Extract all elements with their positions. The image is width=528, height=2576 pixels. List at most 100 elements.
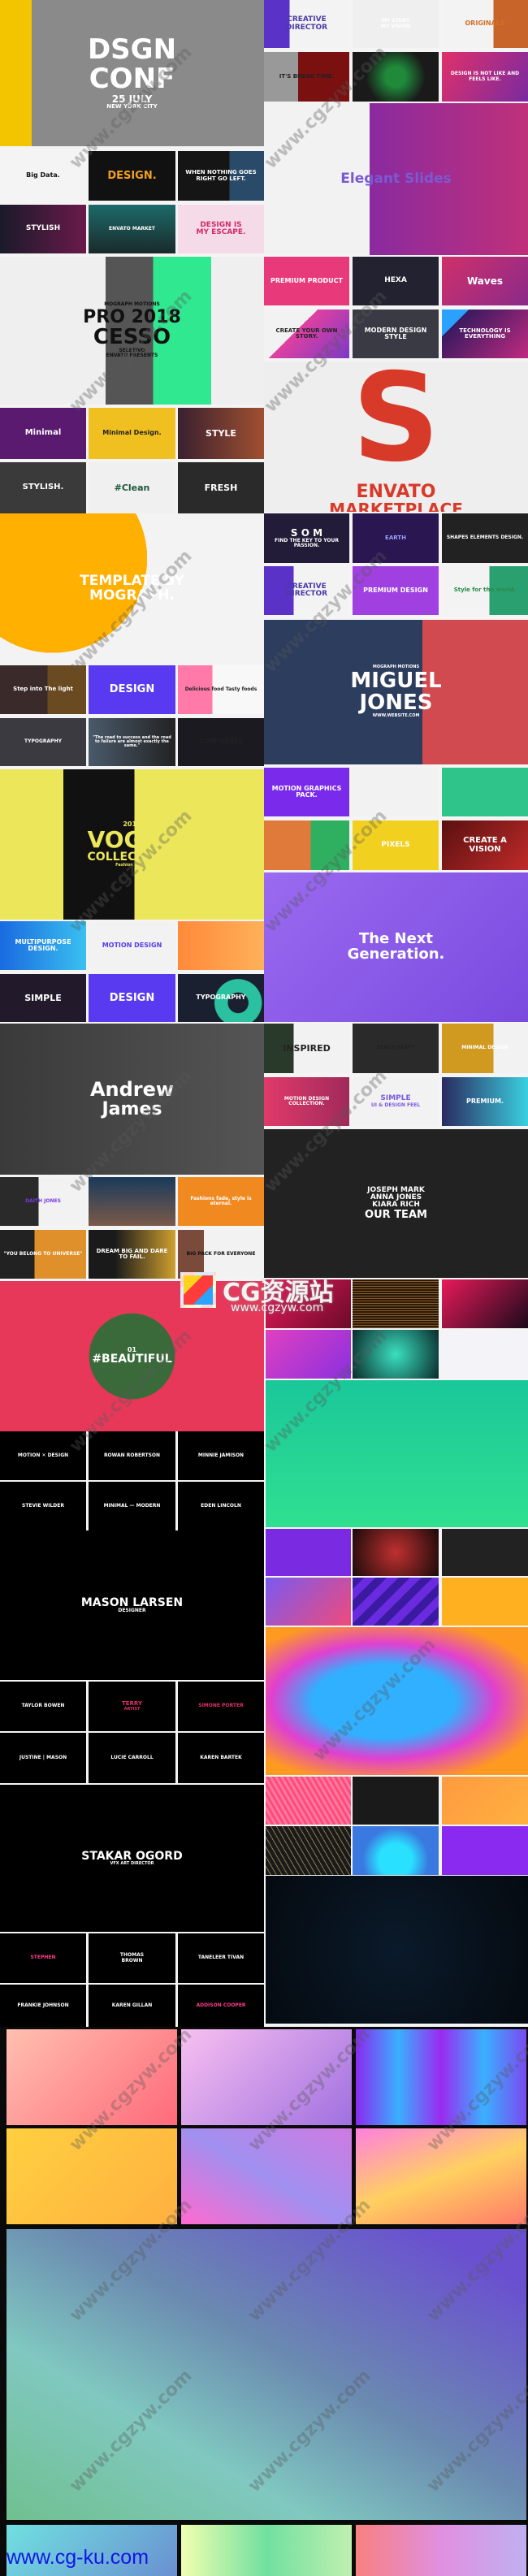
preview-text: KAREN GILLAN: [111, 2002, 153, 2008]
template-preview-next-generation: The Next Generation.: [264, 872, 528, 1022]
template-preview-gr2: [181, 2029, 352, 2125]
preview-text: STEVIE WILDER: [22, 1502, 64, 1509]
template-preview-premium2: PREMIUM.: [442, 1077, 528, 1126]
template-preview-stylish2: STYLISH.: [0, 462, 86, 513]
preview-text: VFX ART DIRECTOR: [110, 1861, 154, 1867]
template-preview-motion-design: MOTION DESIGN: [89, 921, 175, 970]
template-preview-bg3: [442, 1279, 528, 1328]
preview-text: MOTION DESIGN COLLECTION.: [283, 1095, 330, 1106]
template-preview-bg12: [442, 1578, 528, 1626]
preview-text: STYLISH.: [22, 483, 64, 492]
template-preview-gr5: [181, 2128, 352, 2224]
template-preview-our-team: JOSEPH MARK ANNA JONES KIARA RICH OUR TEAM: [264, 1129, 528, 1278]
template-preview-simple: SIMPLE: [0, 974, 86, 1022]
template-preview-multipurpose: MULTIPURPOSE DESIGN.: [0, 921, 86, 970]
template-preview-bg18: [442, 1826, 528, 1875]
template-preview-dream-big: DREAM BIG AND DARE TO FAIL.: [89, 1230, 175, 1279]
preview-text: CORPORATE: [198, 738, 244, 746]
template-preview-bg14: [353, 1777, 439, 1825]
preview-text: COLLECTION+: [87, 851, 177, 864]
preview-text: MINNIE JAMISON: [197, 1452, 245, 1458]
preview-text: ENVATO: [356, 482, 436, 503]
template-preview-bg6: [442, 1330, 528, 1379]
template-preview-design-black: DESIGN.: [89, 151, 175, 201]
preview-text: IT'S BREAK TIME.: [279, 72, 335, 80]
template-preview-green-leaf: [353, 52, 439, 102]
template-preview-design-escape: DESIGN IS MY ESCAPE.: [178, 205, 264, 253]
preview-text: #Clean: [114, 482, 150, 493]
template-preview-terry: TERRY ARTIST: [89, 1682, 175, 1731]
preview-text: S: [352, 362, 440, 489]
preview-text: SIMPLE: [24, 992, 62, 1003]
preview-text: UI & DESIGN FEEL: [370, 1102, 421, 1108]
preview-text: TAYLOR BOWEN: [21, 1703, 65, 1709]
template-preview-design-not-like: DESIGN IS NOT LIKE AND FEELS LIKE.: [442, 52, 528, 102]
preview-text: DAITH JONES: [25, 1197, 61, 1204]
template-preview-frankie: FRANKIE JOHNSON: [0, 1985, 86, 2027]
template-preview-gr6: [356, 2128, 526, 2224]
template-preview-bg11: [353, 1578, 439, 1626]
preview-text: FRESH: [204, 482, 238, 493]
template-preview-fresh: FRESH: [178, 462, 264, 513]
template-preview-stylish: STYLISH: [0, 205, 86, 253]
template-preview-big-data: Big Data.: [0, 151, 86, 201]
preview-text: DESIGNER: [118, 1608, 146, 1614]
preview-text: VISION: [469, 844, 501, 854]
template-preview-motion-graphics: MOTION GRAPHICS PACK.: [264, 768, 349, 816]
template-preview-justine: JUSTINE | MASON: [0, 1733, 86, 1783]
template-preview-landscape: [89, 1177, 175, 1226]
preview-text: JONES: [359, 691, 433, 715]
template-preview-template-mograph: TEMPLATE BY MOGRAPH.: [0, 513, 264, 664]
preview-text: #BEAUTIFUL: [92, 1353, 172, 1366]
preview-text: Step into The light: [13, 686, 73, 693]
preview-text: SHAPES ELEMENTS DESIGN.: [446, 535, 524, 541]
preview-text: Style for the world.: [453, 587, 517, 594]
preview-text: CESSO: [93, 324, 171, 349]
preview-text: MOGRAPH.: [89, 587, 175, 604]
preview-text: BROWN: [121, 1957, 143, 1963]
template-preview-originals: ORIGINALS: [442, 0, 528, 48]
preview-text: CREATE YOUR OWN STORY.: [275, 327, 338, 340]
template-preview-dsgn-conf: DSGN CONF 25 JULY NEW YORK CITY: [0, 0, 264, 146]
footer-watermark: www.cg-ku.com: [6, 2546, 149, 2569]
template-preview-thomas: THOMAS BROWN: [89, 1933, 175, 1983]
preview-text: PREMIUM PRODUCT: [270, 276, 343, 284]
preview-text: Elegant Slides: [340, 170, 452, 187]
preview-text: VOGUE: [87, 826, 177, 854]
template-preview-premium-design: PREMIUM DESIGN: [353, 566, 439, 615]
preview-text: MIGUEL: [350, 668, 442, 693]
template-preview-break-time: IT'S BREAK TIME.: [264, 52, 349, 102]
preview-text: HEXA: [384, 276, 407, 285]
template-preview-minimal: Minimal: [0, 408, 86, 459]
template-preview-fashion-fade: Fashions fade, style is eternal.: [178, 1177, 264, 1226]
template-preview-waves: Waves: [442, 257, 528, 305]
template-preview-green-title: [442, 768, 528, 816]
preview-text: DIRECTOR: [285, 23, 328, 32]
template-preview-clean: #Clean: [89, 462, 175, 513]
template-preview-bg5: [353, 1330, 439, 1379]
preview-text: SIMONE PORTER: [198, 1703, 244, 1709]
preview-text: DIRECTOR: [285, 590, 328, 598]
template-preview-gr9: [356, 2525, 526, 2576]
template-preview-premium-product: PREMIUM PRODUCT: [264, 257, 349, 305]
preview-text: STAKAR OGORD: [81, 1849, 183, 1863]
template-preview-step-light: Step into The light: [0, 665, 86, 714]
preview-text: DESIGN: [109, 683, 155, 696]
template-preview-stephen: STEPHEN: [0, 1933, 86, 1983]
preview-text: MY ESCAPE.: [196, 228, 246, 236]
preview-text: ROWAN ROBERTSON: [103, 1452, 161, 1458]
preview-text: Minimal Design.: [102, 429, 162, 437]
preview-text: Big Data.: [26, 171, 60, 180]
template-preview-envato-market: ENVATO MARKET: [89, 205, 175, 253]
template-preview-creative-director2: CREATIVE DIRECTOR: [264, 566, 349, 615]
preview-text: ORIGINALS: [465, 19, 505, 28]
template-preview-bg13: [266, 1777, 351, 1825]
preview-text: STYLISH: [25, 224, 61, 233]
preview-text: MOTION DESIGN: [102, 941, 162, 949]
template-preview-minimal-design: Minimal Design.: [89, 408, 175, 459]
cube-logo-icon: [180, 1272, 216, 1308]
template-preview-bg8: [353, 1529, 439, 1576]
preview-text: FRANKIE JOHNSON: [17, 2002, 69, 2008]
template-preview-typography2: TYPOGRAPHY: [178, 974, 264, 1022]
template-preview-karen-g: KAREN GILLAN: [89, 1985, 175, 2027]
